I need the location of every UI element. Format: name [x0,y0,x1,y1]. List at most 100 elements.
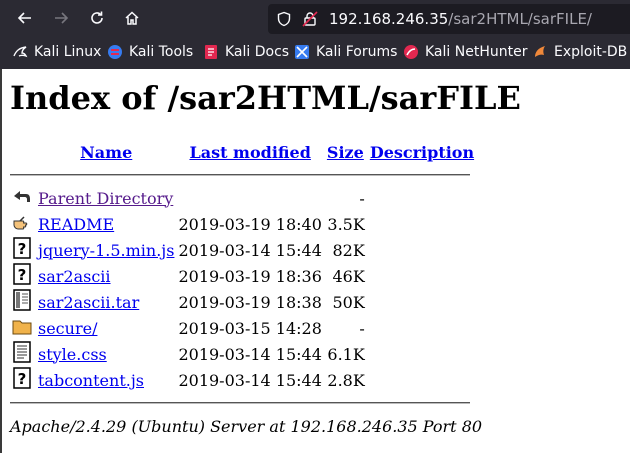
size-cell: 2.8K [327,370,365,390]
reload-button[interactable] [85,6,109,30]
modified-cell: 2019-03-15 14:28 [178,318,322,338]
file-link-jquery[interactable]: jquery-1.5.min.js [38,241,174,260]
kali-tools-icon [108,45,122,59]
bookmark-label: Kali Docs [225,44,290,60]
icon-column-header [10,139,36,165]
folder-icon [12,320,32,335]
size-cell: 50K [332,292,365,312]
divider [10,174,470,176]
table-row: README 2019-03-19 18:40 3.5K [10,211,477,237]
page-content: Index of /sar2HTML/sarFILE Name Last mod… [0,69,630,453]
url-bar[interactable]: 192.168.246.35/sar2HTML/sarFILE/ [268,4,630,34]
bookmark-kali-docs[interactable]: Kali Docs [203,44,289,60]
bookmark-exploit-db[interactable]: Exploit-DB [532,44,627,60]
description-column-header[interactable]: Description [367,139,477,165]
name-column-header[interactable]: Name [36,139,176,165]
file-link-readme[interactable]: README [38,215,114,234]
home-button[interactable] [120,6,144,30]
sort-by-size-link[interactable]: Size [327,143,364,162]
table-row: secure/ 2019-03-15 14:28 - [10,315,477,341]
insecure-lock-icon[interactable] [302,11,318,27]
kali-dragon-icon [13,46,28,58]
file-name-cell[interactable]: README [36,211,176,237]
description-cell [367,237,477,263]
home-icon [125,11,139,25]
icon-cell: ? [10,263,36,289]
modified-cell: 2019-03-19 18:38 [178,292,322,312]
icon-cell [10,289,36,315]
reload-icon [91,11,103,24]
size-cell: - [359,188,365,208]
description-cell [367,263,477,289]
url-host: 192.168.246.35 [329,10,449,28]
forward-button[interactable] [49,6,73,30]
table-row: ? jquery-1.5.min.js 2019-03-14 15:44 82K [10,237,477,263]
file-name-cell[interactable]: sar2ascii.tar [36,289,176,315]
nethunter-icon [404,45,418,59]
table-row: style.css 2019-03-14 15:44 6.1K [10,341,477,367]
folder-link-secure[interactable]: secure/ [38,319,97,338]
url-path: /sar2HTML/sarFILE/ [448,10,592,28]
archive-icon [13,289,31,311]
size-cell: - [359,318,365,338]
file-name-cell[interactable]: tabcontent.js [36,367,176,393]
svg-text:?: ? [18,240,27,258]
svg-text:?: ? [18,266,27,284]
sort-by-name-link[interactable]: Name [80,143,132,162]
unknown-file-icon: ? [13,367,31,389]
shield-icon[interactable] [276,11,292,27]
size-column-header[interactable]: Size [324,139,367,165]
divider [10,402,470,404]
description-cell [367,315,477,341]
bookmark-label: Kali Tools [129,44,194,60]
icon-cell [10,341,36,367]
sort-by-modified-link[interactable]: Last modified [189,143,310,162]
description-cell [367,341,477,367]
modified-column-header[interactable]: Last modified [176,139,323,165]
file-name-cell[interactable]: style.css [36,341,176,367]
bookmark-label: Exploit-DB [554,44,628,60]
kali-forums-icon [295,45,309,59]
file-link-style-css[interactable]: style.css [38,345,107,364]
kali-docs-icon [205,45,217,59]
file-link-sar2ascii[interactable]: sar2ascii [38,267,111,286]
table-row: ? tabcontent.js 2019-03-14 15:44 2.8K [10,367,477,393]
back-button[interactable] [13,6,37,30]
directory-listing: Name Last modified Size Description Pare… [10,139,477,413]
description-cell [367,211,477,237]
file-name-cell[interactable]: jquery-1.5.min.js [36,237,176,263]
bookmark-kali-forums[interactable]: Kali Forums [294,44,397,60]
bookmark-kali-tools[interactable]: Kali Tools [107,44,193,60]
svg-text:?: ? [18,370,27,388]
server-signature: Apache/2.4.29 (Ubuntu) Server at 192.168… [10,417,483,436]
browser-chrome: 192.168.246.35/sar2HTML/sarFILE/ Kali Li… [0,0,630,69]
url-text[interactable]: 192.168.246.35/sar2HTML/sarFILE/ [329,10,592,28]
bookmark-kali-linux[interactable]: Kali Linux [12,44,101,60]
text-file-icon [13,341,31,363]
back-icon [14,191,30,202]
table-row: Parent Directory - [10,185,477,211]
file-name-cell[interactable]: sar2ascii [36,263,176,289]
modified-cell [176,185,323,211]
unknown-file-icon: ? [13,263,31,285]
icon-cell: ? [10,367,36,393]
size-cell: 82K [332,240,365,260]
file-link-tabcontent[interactable]: tabcontent.js [38,371,144,390]
file-name-cell[interactable]: Parent Directory [36,185,176,211]
bookmark-kali-nethunter[interactable]: Kali NetHunter [403,44,527,60]
modified-cell: 2019-03-19 18:36 [178,266,322,286]
hand-icon [13,216,28,230]
modified-cell: 2019-03-19 18:40 [178,214,322,234]
nav-toolbar: 192.168.246.35/sar2HTML/sarFILE/ [0,0,630,36]
size-cell: 6.1K [327,344,365,364]
divider-row [10,165,477,185]
exploit-db-icon [535,46,545,57]
icon-cell [10,185,36,211]
parent-directory-link[interactable]: Parent Directory [38,189,173,208]
sort-by-description-link[interactable]: Description [370,143,474,162]
file-link-sar2ascii-tar[interactable]: sar2ascii.tar [38,293,139,312]
table-row: sar2ascii.tar 2019-03-19 18:38 50K [10,289,477,315]
bookmark-label: Kali NetHunter [425,44,528,60]
file-name-cell[interactable]: secure/ [36,315,176,341]
unknown-file-icon: ? [13,237,31,259]
